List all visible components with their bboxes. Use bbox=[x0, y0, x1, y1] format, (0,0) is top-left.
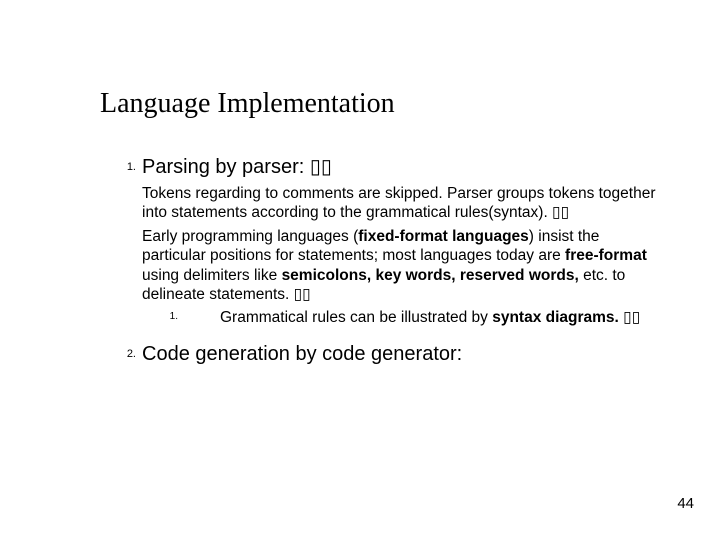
content-area: 1. Parsing by parser: ▯▯ Tokens regardin… bbox=[100, 155, 660, 371]
text-run: using delimiters like bbox=[142, 267, 282, 284]
paragraph: Early programming languages (fixed-forma… bbox=[142, 227, 660, 305]
text-run: Early programming languages ( bbox=[142, 228, 358, 245]
bold-run: semicolons, key words, reserved words, bbox=[282, 267, 579, 284]
bold-run: syntax diagrams. bbox=[492, 309, 619, 326]
slide-number: 44 bbox=[677, 495, 694, 512]
item-heading: Parsing by parser: ▯▯ bbox=[142, 155, 660, 180]
list-body: Code generation by code generator: bbox=[142, 342, 660, 367]
list-number: 1. bbox=[100, 155, 142, 173]
bold-run: free-format bbox=[565, 247, 647, 264]
sub-list-number: 1. bbox=[142, 308, 184, 322]
list-number: 2. bbox=[100, 342, 142, 360]
paragraph: Tokens regarding to comments are skipped… bbox=[142, 184, 660, 223]
item-heading: Code generation by code generator: bbox=[142, 342, 660, 367]
list-body: Parsing by parser: ▯▯ Tokens regarding t… bbox=[142, 155, 660, 328]
list-item: 1. Parsing by parser: ▯▯ Tokens regardin… bbox=[100, 155, 660, 328]
text-run: Grammatical rules can be illustrated by bbox=[220, 309, 492, 326]
sub-list-body: Grammatical rules can be illustrated by … bbox=[184, 308, 660, 327]
text-run: ▯▯ bbox=[619, 309, 640, 326]
bold-run: fixed-format languages bbox=[358, 228, 529, 245]
slide-title: Language Implementation bbox=[100, 88, 395, 120]
sub-list-item: 1. Grammatical rules can be illustrated … bbox=[142, 308, 660, 327]
slide: Language Implementation 1. Parsing by pa… bbox=[0, 0, 720, 540]
list-item: 2. Code generation by code generator: bbox=[100, 342, 660, 367]
